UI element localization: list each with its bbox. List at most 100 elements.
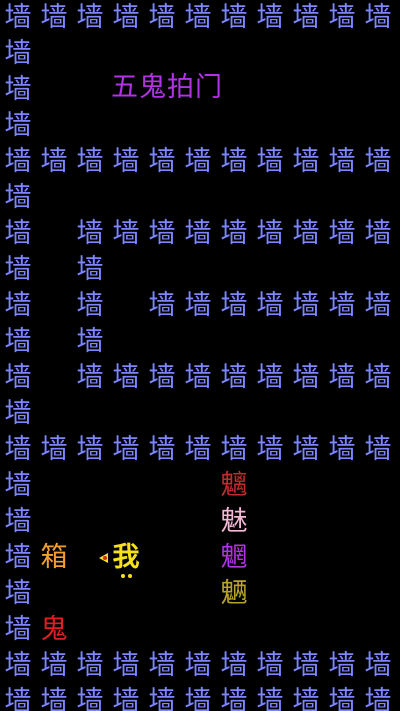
wall-tile: 墙 bbox=[292, 686, 320, 711]
wall-tile: 墙 bbox=[148, 686, 176, 711]
wall-tile: 墙 bbox=[328, 362, 356, 393]
wall-tile: 墙 bbox=[364, 2, 392, 33]
wall-tile: 墙 bbox=[220, 362, 248, 393]
wall-tile: 墙 bbox=[112, 434, 140, 465]
wall-tile: 墙 bbox=[4, 470, 32, 501]
player[interactable]: 我 bbox=[99, 540, 144, 578]
wall-tile: 墙 bbox=[4, 650, 32, 681]
wall-tile: 墙 bbox=[184, 146, 212, 177]
wall-tile: 墙 bbox=[292, 434, 320, 465]
player-char: 我 bbox=[112, 542, 140, 573]
wall-tile: 墙 bbox=[184, 362, 212, 393]
wall-tile: 墙 bbox=[256, 686, 284, 711]
wall-tile: 墙 bbox=[364, 218, 392, 249]
wall-tile: 墙 bbox=[256, 650, 284, 681]
wall-tile: 墙 bbox=[220, 146, 248, 177]
wall-tile: 墙 bbox=[256, 146, 284, 177]
box: 箱 bbox=[40, 542, 68, 573]
wall-tile: 墙 bbox=[184, 2, 212, 33]
wall-tile: 墙 bbox=[364, 686, 392, 711]
wall-tile: 墙 bbox=[40, 2, 68, 33]
wall-tile: 墙 bbox=[328, 290, 356, 321]
wall-tile: 墙 bbox=[4, 182, 32, 213]
wall-tile: 墙 bbox=[4, 542, 32, 573]
wall-tile: 墙 bbox=[220, 686, 248, 711]
wall-tile: 墙 bbox=[112, 686, 140, 711]
wall-tile: 墙 bbox=[148, 290, 176, 321]
wall-tile: 墙 bbox=[184, 290, 212, 321]
wall-tile: 墙 bbox=[4, 146, 32, 177]
wall-tile: 墙 bbox=[4, 578, 32, 609]
wall-tile: 墙 bbox=[76, 218, 104, 249]
wall-tile: 墙 bbox=[4, 74, 32, 105]
wall-tile: 墙 bbox=[76, 686, 104, 711]
wall-tile: 墙 bbox=[76, 362, 104, 393]
ghost-wang: 魍 bbox=[220, 542, 248, 573]
wall-tile: 墙 bbox=[76, 254, 104, 285]
wall-tile: 墙 bbox=[4, 38, 32, 69]
wall-tile: 墙 bbox=[328, 146, 356, 177]
wall-tile: 墙 bbox=[328, 218, 356, 249]
player-feet-icon bbox=[108, 570, 144, 578]
wall-tile: 墙 bbox=[4, 2, 32, 33]
wall-tile: 墙 bbox=[148, 434, 176, 465]
wall-tile: 墙 bbox=[40, 434, 68, 465]
wall-tile: 墙 bbox=[220, 650, 248, 681]
wall-tile: 墙 bbox=[4, 326, 32, 357]
wall-tile: 墙 bbox=[76, 2, 104, 33]
wall-tile: 墙 bbox=[148, 650, 176, 681]
wall-tile: 墙 bbox=[328, 2, 356, 33]
wall-tile: 墙 bbox=[76, 146, 104, 177]
wall-tile: 墙 bbox=[148, 2, 176, 33]
wall-tile: 墙 bbox=[4, 290, 32, 321]
wall-tile: 墙 bbox=[148, 146, 176, 177]
wall-tile: 墙 bbox=[112, 362, 140, 393]
wall-tile: 墙 bbox=[292, 290, 320, 321]
ghost-mei: 魅 bbox=[220, 506, 248, 537]
wall-tile: 墙 bbox=[76, 290, 104, 321]
wall-tile: 墙 bbox=[4, 254, 32, 285]
wall-tile: 墙 bbox=[220, 290, 248, 321]
wall-tile: 墙 bbox=[256, 2, 284, 33]
wall-tile: 墙 bbox=[220, 2, 248, 33]
game-board: 五鬼拍门 墙墙墙墙墙墙墙墙墙墙墙墙墙墙墙墙墙墙墙墙墙墙墙墙墙墙墙墙墙墙墙墙墙墙墙… bbox=[0, 0, 400, 711]
wall-tile: 墙 bbox=[4, 506, 32, 537]
wall-tile: 墙 bbox=[364, 650, 392, 681]
wall-tile: 墙 bbox=[40, 686, 68, 711]
wall-tile: 墙 bbox=[76, 326, 104, 357]
ghost-liang: 魉 bbox=[220, 578, 248, 609]
wall-tile: 墙 bbox=[256, 362, 284, 393]
wall-tile: 墙 bbox=[40, 146, 68, 177]
wall-tile: 墙 bbox=[184, 218, 212, 249]
wall-tile: 墙 bbox=[256, 290, 284, 321]
wall-tile: 墙 bbox=[364, 434, 392, 465]
player-tongue-icon bbox=[103, 556, 107, 560]
wall-tile: 墙 bbox=[4, 398, 32, 429]
wall-tile: 墙 bbox=[220, 434, 248, 465]
wall-tile: 墙 bbox=[76, 434, 104, 465]
wall-tile: 墙 bbox=[220, 218, 248, 249]
ghost-chi: 魑 bbox=[220, 470, 248, 501]
wall-tile: 墙 bbox=[148, 218, 176, 249]
wall-tile: 墙 bbox=[364, 146, 392, 177]
wall-tile: 墙 bbox=[292, 2, 320, 33]
wall-tile: 墙 bbox=[328, 434, 356, 465]
level-title: 五鬼拍门 bbox=[111, 72, 223, 103]
ghost-red: 鬼 bbox=[40, 614, 68, 645]
wall-tile: 墙 bbox=[292, 146, 320, 177]
wall-tile: 墙 bbox=[112, 2, 140, 33]
wall-tile: 墙 bbox=[112, 146, 140, 177]
wall-tile: 墙 bbox=[112, 650, 140, 681]
wall-tile: 墙 bbox=[256, 218, 284, 249]
wall-tile: 墙 bbox=[4, 434, 32, 465]
wall-tile: 墙 bbox=[184, 434, 212, 465]
wall-tile: 墙 bbox=[4, 686, 32, 711]
wall-tile: 墙 bbox=[292, 362, 320, 393]
wall-tile: 墙 bbox=[4, 362, 32, 393]
wall-tile: 墙 bbox=[40, 650, 68, 681]
wall-tile: 墙 bbox=[256, 434, 284, 465]
wall-tile: 墙 bbox=[148, 362, 176, 393]
wall-tile: 墙 bbox=[328, 650, 356, 681]
wall-tile: 墙 bbox=[4, 614, 32, 645]
wall-tile: 墙 bbox=[4, 110, 32, 141]
